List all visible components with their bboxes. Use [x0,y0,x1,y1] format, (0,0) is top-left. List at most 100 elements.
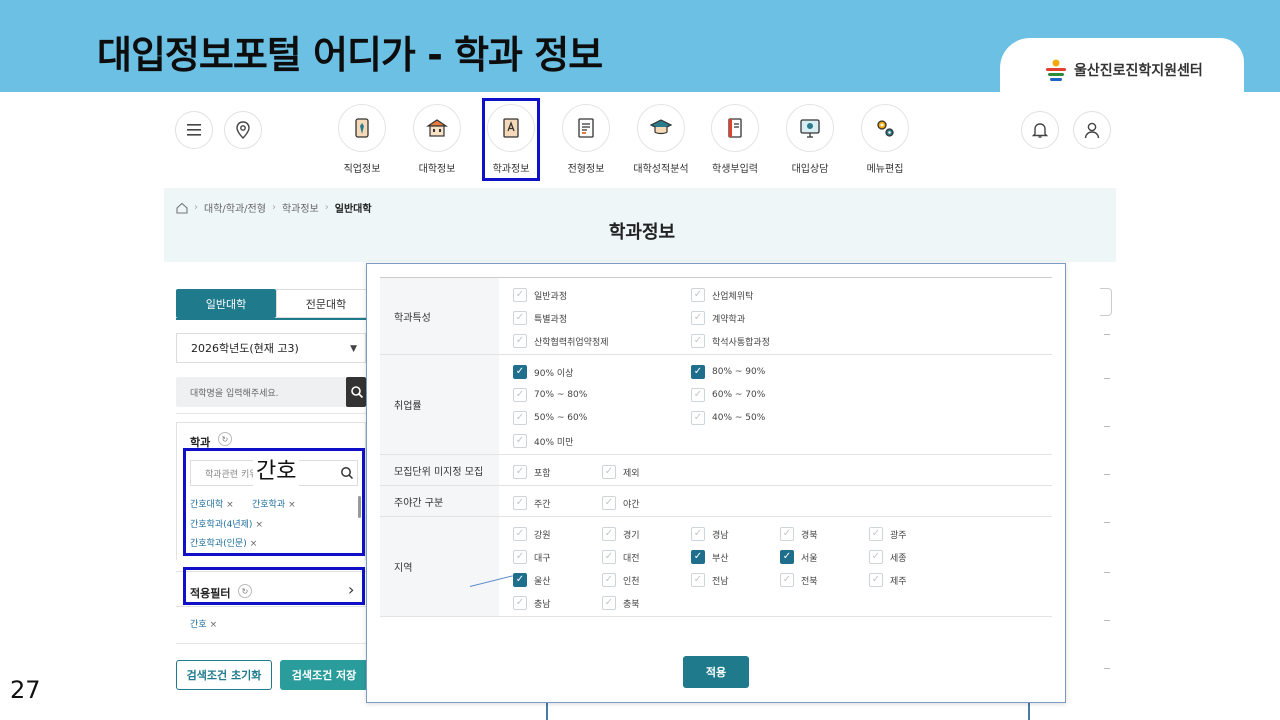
option-label: 40% 미만 [534,437,574,448]
user-button[interactable] [1073,111,1111,149]
checkbox-checked[interactable]: ✓ [513,365,527,379]
filter-checkbox-option[interactable]: ✓ 산업체위탁 [691,287,869,303]
home-icon[interactable] [176,202,188,214]
filter-checkbox-option[interactable]: ✓ 전북 [780,572,869,588]
checkbox-unchecked[interactable]: ✓ [691,311,705,325]
logo-area: 울산진로진학지원센터 [1000,38,1244,98]
option-label: 울산 [534,576,551,587]
breadcrumb-item[interactable]: 대학/학과/전형 [204,200,266,215]
option-label: 80% ~ 90% [712,367,766,377]
reset-search-button[interactable]: 검색조건 초기화 [176,660,272,690]
year-select[interactable]: 2026학년도(현재 고3) ▼ [176,333,366,363]
nav-item-menu-edit[interactable]: 메뉴편집 [847,101,923,177]
filter-checkbox-option[interactable]: ✓ 경기 [602,526,691,542]
menu-button[interactable] [175,111,213,149]
checkbox-unchecked[interactable]: ✓ [513,288,527,302]
checkbox-unchecked[interactable]: ✓ [780,527,794,541]
checkbox-unchecked[interactable]: ✓ [513,465,527,479]
checkbox-unchecked[interactable]: ✓ [780,573,794,587]
row-divider [1104,668,1110,669]
row-divider [1104,474,1110,475]
checkbox-unchecked[interactable]: ✓ [513,411,527,425]
filter-checkbox-option[interactable]: ✓ 일반과정 [513,287,691,303]
apply-button[interactable]: 적용 [683,656,749,688]
university-search-button[interactable] [346,377,366,407]
filter-checkbox-option[interactable]: ✓ 산학협력취업약정제 [513,333,691,349]
checkbox-unchecked[interactable]: ✓ [513,550,527,564]
filter-checkbox-option[interactable]: ✓ 70% ~ 80% [513,387,691,403]
checkbox-unchecked[interactable]: ✓ [602,465,616,479]
checkbox-unchecked[interactable]: ✓ [869,550,883,564]
option-label: 부산 [712,553,729,564]
slide: 대입정보포털 어디가 - 학과 정보 울산진로진학지원센터 직업정보 대학정보 … [0,0,1280,720]
checkbox-checked[interactable]: ✓ [513,573,527,587]
filter-checkbox-option[interactable]: ✓ 부산 [691,549,780,565]
filter-checkbox-option[interactable]: ✓ 충남 [513,595,602,611]
checkbox-unchecked[interactable]: ✓ [691,573,705,587]
save-search-button[interactable]: 검색조건 저장 [280,660,368,690]
filter-checkbox-option[interactable]: ✓ 경남 [691,526,780,542]
filter-checkbox-option[interactable]: ✓ 학석사통합과정 [691,333,869,349]
checkbox-unchecked[interactable]: ✓ [602,496,616,510]
checkbox-unchecked[interactable]: ✓ [869,527,883,541]
tab-junior-college[interactable]: 전문대학 [276,289,376,318]
filter-checkbox-option[interactable]: ✓ 50% ~ 60% [513,410,691,426]
checkbox-unchecked[interactable]: ✓ [513,311,527,325]
filter-checkbox-option[interactable]: ✓ 제외 [602,464,691,480]
filter-checkbox-option[interactable]: ✓ 대구 [513,549,602,565]
refresh-icon[interactable]: ↻ [218,432,232,446]
filter-checkbox-option[interactable]: ✓ 계약학과 [691,310,869,326]
checkbox-unchecked[interactable]: ✓ [513,496,527,510]
tab-general-university[interactable]: 일반대학 [176,289,276,318]
checkbox-unchecked[interactable]: ✓ [513,596,527,610]
filter-checkbox-option[interactable]: ✓ 90% 이상 [513,364,691,380]
checkbox-unchecked[interactable]: ✓ [602,527,616,541]
filter-checkbox-option[interactable]: ✓ 40% 미만 [513,433,691,449]
filter-checkbox-option[interactable]: ✓ 60% ~ 70% [691,387,869,403]
filter-checkbox-option[interactable]: ✓ 전남 [691,572,780,588]
checkbox-unchecked[interactable]: ✓ [513,334,527,348]
breadcrumb-item[interactable]: 학과정보 [282,200,319,215]
filter-checkbox-option[interactable]: ✓ 서울 [780,549,869,565]
notification-button[interactable] [1021,111,1059,149]
checkbox-unchecked[interactable]: ✓ [602,596,616,610]
option-label: 전남 [712,576,729,587]
filter-checkbox-option[interactable]: ✓ 대전 [602,549,691,565]
filter-checkbox-option[interactable]: ✓ 특별과정 [513,310,691,326]
checkbox-unchecked[interactable]: ✓ [602,573,616,587]
filter-row-label: 모집단위 미지정 모집 [380,455,499,485]
applied-tag[interactable]: 간호 × [190,617,217,630]
checkbox-unchecked[interactable]: ✓ [513,388,527,402]
checkbox-unchecked[interactable]: ✓ [691,411,705,425]
filter-checkbox-option[interactable]: ✓ 충북 [602,595,691,611]
checkbox-unchecked[interactable]: ✓ [691,288,705,302]
filter-checkbox-option[interactable]: ✓ 40% ~ 50% [691,410,869,426]
filter-checkbox-option[interactable]: ✓ 인천 [602,572,691,588]
location-button[interactable] [224,111,262,149]
checkbox-checked[interactable]: ✓ [780,550,794,564]
filter-checkbox-option[interactable]: ✓ 제주 [869,572,958,588]
filter-checkbox-option[interactable]: ✓ 주간 [513,495,602,511]
tag-text: 간호 [190,620,207,630]
filter-checkbox-option[interactable]: ✓ 울산 [513,572,602,588]
filter-checkbox-option[interactable]: ✓ 야간 [602,495,691,511]
checkbox-checked[interactable]: ✓ [691,550,705,564]
checkbox-checked[interactable]: ✓ [691,365,705,379]
filter-checkbox-option[interactable]: ✓ 경북 [780,526,869,542]
filter-checkbox-option[interactable]: ✓ 포함 [513,464,602,480]
checkbox-unchecked[interactable]: ✓ [602,550,616,564]
checkbox-unchecked[interactable]: ✓ [691,388,705,402]
checkbox-unchecked[interactable]: ✓ [513,434,527,448]
university-search-input[interactable]: 대학명을 입력해주세요. [176,377,348,407]
filter-row: 주야간 구분 ✓ 주간 ✓ 야간 [380,486,1052,517]
checkbox-unchecked[interactable]: ✓ [691,334,705,348]
checkbox-unchecked[interactable]: ✓ [691,527,705,541]
filter-checkbox-option[interactable]: ✓ 세종 [869,549,958,565]
checkbox-unchecked[interactable]: ✓ [513,527,527,541]
filter-checkbox-option[interactable]: ✓ 광주 [869,526,958,542]
filter-row: 지역 ✓ 강원 ✓ 경기 ✓ 경남 ✓ 경북 ✓ 광주 ✓ 대구 ✓ 대전 ✓ 부산 ✓ 서울 ✓ 세종 ✓ 울산 ✓ 인천 ✓ 전… [380,517,1052,617]
filter-checkbox-option[interactable]: ✓ 80% ~ 90% [691,364,869,380]
close-icon[interactable]: × [210,620,218,630]
checkbox-unchecked[interactable]: ✓ [869,573,883,587]
filter-checkbox-option[interactable]: ✓ 강원 [513,526,602,542]
